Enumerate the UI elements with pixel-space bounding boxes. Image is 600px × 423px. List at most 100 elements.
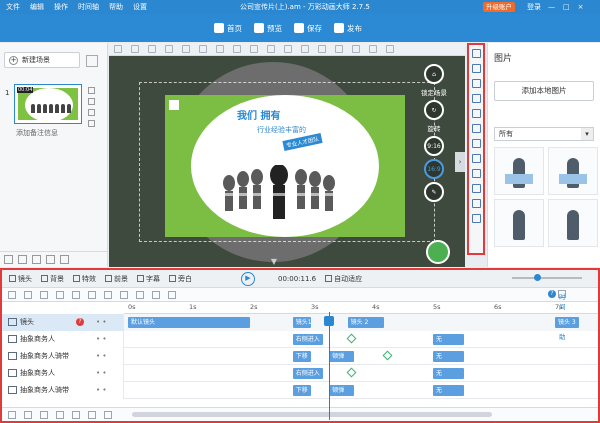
playhead-handle[interactable] — [324, 316, 334, 326]
home-view-icon[interactable] — [114, 45, 122, 53]
image-thumb[interactable] — [548, 199, 598, 247]
paste-track-icon[interactable] — [88, 291, 96, 299]
scene-thumbnail[interactable]: 00:04 — [14, 84, 82, 124]
timeline-row[interactable]: 抽象商务人骑带 • • 下移 顿弹 无 — [2, 347, 598, 365]
camera-handle-icon[interactable] — [169, 100, 179, 110]
copy-canvas-icon[interactable] — [318, 45, 326, 53]
menu-file[interactable]: 文件 — [6, 0, 20, 14]
expand-panel-icon[interactable]: › — [455, 152, 465, 172]
character-icon[interactable] — [471, 94, 481, 103]
folder-layer-icon[interactable] — [24, 411, 32, 419]
ungroup-icon[interactable] — [301, 45, 309, 53]
image-category-select[interactable]: 所有 ▾ — [494, 127, 594, 141]
login-link[interactable]: 登录 — [527, 0, 541, 14]
collapse-down-icon[interactable]: ▼ — [264, 257, 284, 267]
add-keyframe-icon[interactable] — [8, 291, 16, 299]
timeline-row[interactable]: 抽象商务人 • • 右侧进入 无 — [2, 364, 598, 382]
animation-block[interactable]: 右侧进入 — [292, 367, 324, 379]
animation-block[interactable]: 右侧进入 — [292, 333, 324, 345]
maximize-icon[interactable]: □ — [563, 0, 570, 14]
move-down-layer-icon[interactable] — [40, 411, 48, 419]
menu-help[interactable]: 帮助 — [109, 0, 123, 14]
image-thumb[interactable] — [548, 147, 598, 195]
track-lane[interactable]: 右侧进入 无 — [124, 331, 598, 348]
track-lane[interactable]: 默认镜头 镜头1 镜头 2 镜头 3 — [124, 313, 598, 331]
home-button[interactable]: 首页 — [214, 18, 242, 38]
animation-block[interactable]: 顿弹 — [329, 384, 354, 396]
animation-block[interactable]: 下移 — [292, 350, 311, 362]
transition-icon[interactable] — [88, 109, 95, 116]
animation-block[interactable]: 镜头 2 — [347, 316, 385, 328]
timeline-row[interactable]: 抽象商务人 • • 右侧进入 无 — [2, 330, 598, 348]
track-lane[interactable]: 右侧进入 无 — [124, 365, 598, 382]
minimize-icon[interactable]: — — [548, 0, 555, 14]
zoom-out-icon[interactable] — [131, 45, 139, 53]
distribute-icon[interactable] — [250, 45, 258, 53]
group-icon[interactable] — [284, 45, 292, 53]
delete-canvas-icon[interactable] — [386, 45, 394, 53]
music-icon[interactable] — [471, 109, 481, 118]
add-layer-icon[interactable] — [8, 411, 16, 419]
track-toggles[interactable]: • • — [96, 352, 106, 360]
track-lane[interactable]: 下移 顿弹 无 — [124, 382, 598, 399]
menu-edit[interactable]: 编辑 — [30, 0, 44, 14]
animation-block[interactable]: 无 — [433, 367, 464, 379]
timeline-row[interactable]: 抽象商务人骑带 • • 下移 顿弹 无 — [2, 381, 598, 399]
move-down-icon[interactable] — [46, 255, 55, 264]
copy-icon[interactable] — [88, 87, 95, 94]
play-button[interactable]: ▶ — [241, 271, 255, 286]
track-name[interactable]: 抽象商务人 • • — [2, 364, 124, 382]
lock-icon[interactable]: ⌂ — [424, 64, 444, 84]
publish-button[interactable]: 发布 — [334, 18, 362, 38]
move-up-icon[interactable] — [32, 255, 41, 264]
move-up-layer-icon[interactable] — [56, 411, 64, 419]
keyframe-diamond[interactable] — [382, 350, 393, 360]
undo-canvas-icon[interactable] — [352, 45, 360, 53]
horizontal-scrollbar[interactable] — [132, 412, 492, 417]
add-local-image-button[interactable]: 添加本地图片 — [494, 81, 594, 101]
redo-canvas-icon[interactable] — [369, 45, 377, 53]
track-toggles[interactable]: • • — [96, 386, 106, 394]
animation-block[interactable]: 镜头1 — [292, 316, 312, 328]
animation-block[interactable]: 无 — [433, 333, 464, 345]
menu-timeline[interactable]: 时间轴 — [78, 0, 99, 14]
split-icon[interactable] — [56, 291, 64, 299]
delete-layer-icon[interactable] — [72, 411, 80, 419]
scene-menu-icon[interactable] — [86, 55, 98, 67]
animation-block[interactable]: 下移 — [292, 384, 311, 396]
tab-effects[interactable]: 特效 — [70, 274, 99, 284]
copy-track-icon[interactable] — [72, 291, 80, 299]
shape-icon[interactable] — [471, 49, 481, 58]
lock-track-icon[interactable] — [152, 291, 160, 299]
track-lane[interactable]: 下移 顿弹 无 — [124, 348, 598, 365]
menu-settings[interactable]: 设置 — [133, 0, 147, 14]
svg-icon[interactable] — [471, 139, 481, 148]
grid-icon[interactable] — [267, 45, 275, 53]
align-left-icon[interactable] — [148, 45, 156, 53]
track-toggles[interactable]: • • — [96, 369, 106, 377]
track-toggles[interactable]: • • — [96, 318, 106, 326]
track-name[interactable]: 镜头? • • — [2, 313, 124, 331]
image-icon[interactable] — [471, 64, 481, 73]
keyframe-diamond[interactable] — [346, 367, 357, 377]
add-more-icon[interactable] — [471, 214, 481, 223]
track-name[interactable]: 抽象商务人骑带 • • — [2, 347, 124, 365]
align-right-icon[interactable] — [182, 45, 190, 53]
align-middle-icon[interactable] — [216, 45, 224, 53]
ungroup-track-icon[interactable] — [120, 291, 128, 299]
redo-icon[interactable] — [18, 255, 27, 264]
save-button[interactable]: 保存 — [294, 18, 322, 38]
align-bottom-icon[interactable] — [233, 45, 241, 53]
paste-icon[interactable] — [335, 45, 343, 53]
time-ruler[interactable]: 0s 1s 2s 3s 4s 5s 6s 7s — [124, 302, 598, 314]
delete-keyframe-icon[interactable] — [24, 291, 32, 299]
warning-icon[interactable]: ? — [76, 318, 84, 326]
delete-icon[interactable] — [88, 98, 95, 105]
track-toggles[interactable]: • • — [96, 335, 106, 343]
animation-block[interactable]: 无 — [433, 384, 464, 396]
preview-button[interactable]: 预览 — [254, 18, 282, 38]
timeline-help-link[interactable]: ?时间轴帮助 — [548, 290, 566, 341]
upgrade-button[interactable]: 升级账户 — [483, 2, 515, 12]
image-thumb[interactable] — [494, 147, 544, 195]
group-track-icon[interactable] — [104, 291, 112, 299]
